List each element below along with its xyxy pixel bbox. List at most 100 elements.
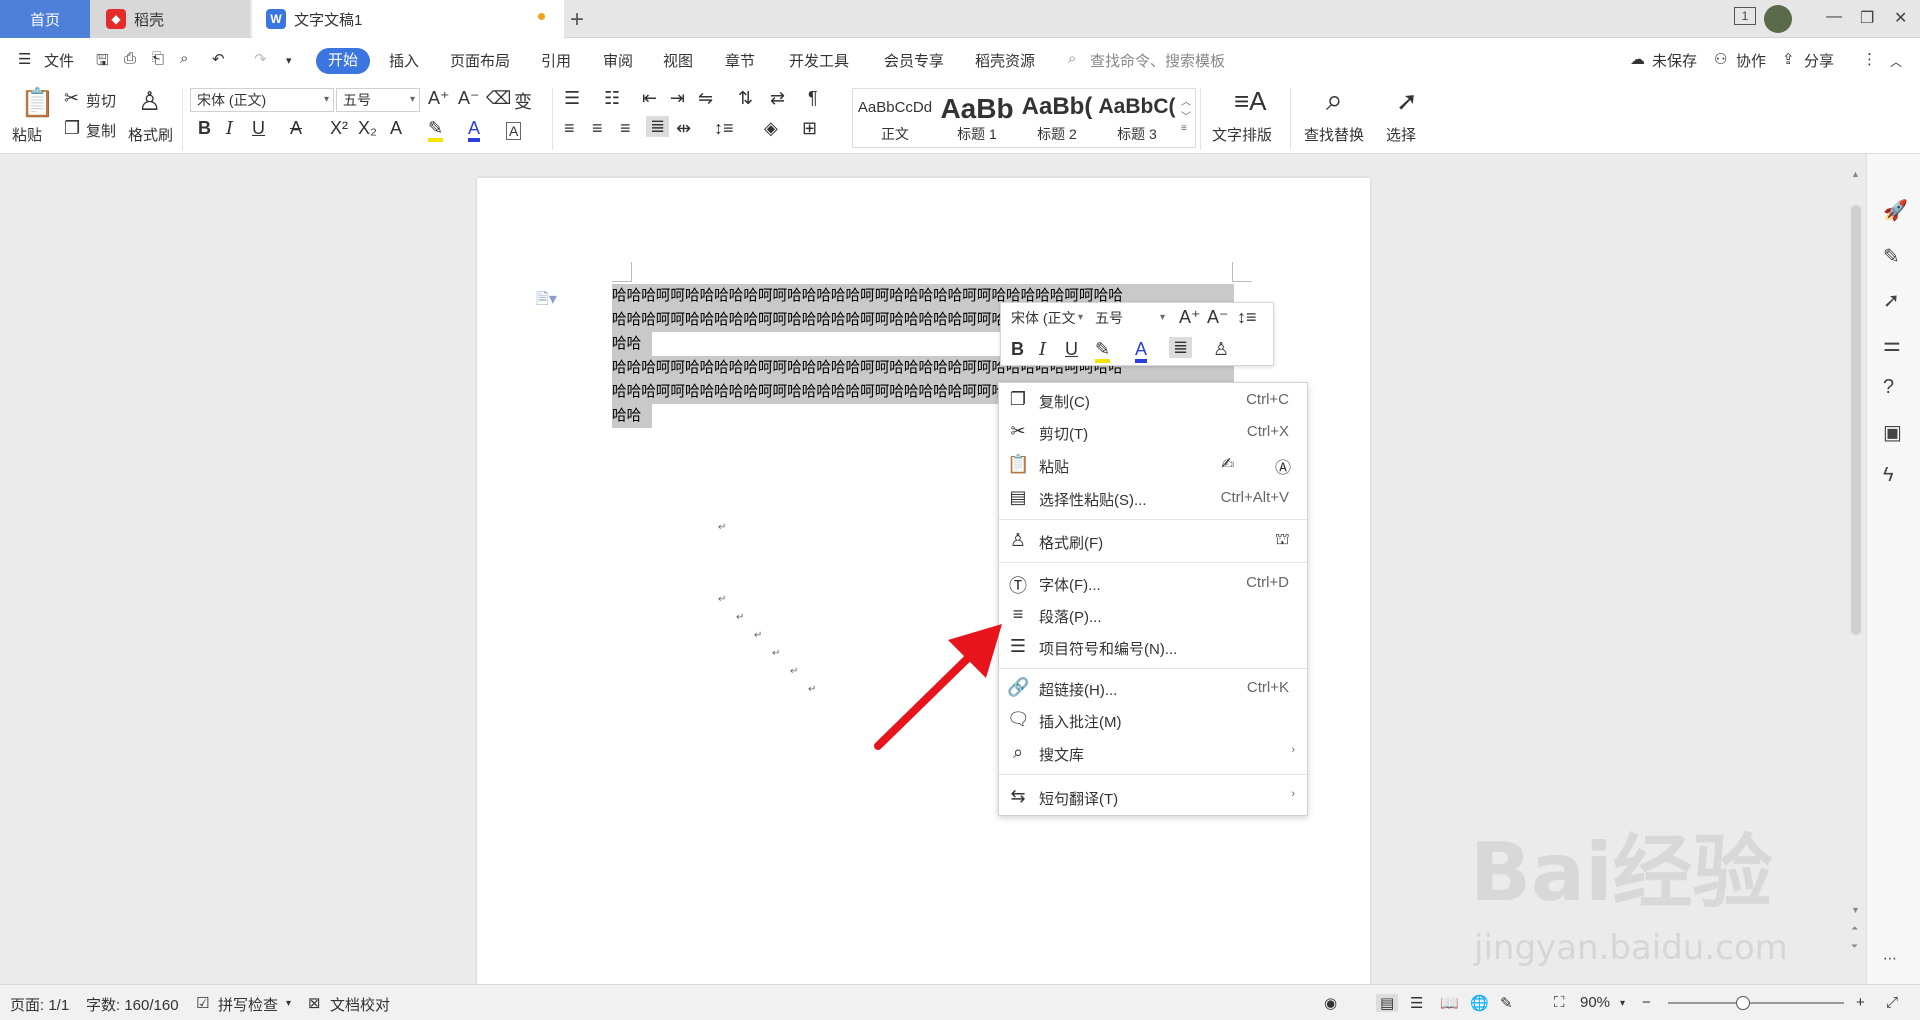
- menu-daoke-resources[interactable]: 稻壳资源: [975, 50, 1035, 71]
- menu-start[interactable]: 开始: [316, 48, 370, 74]
- align-center-icon[interactable]: ≡: [592, 118, 603, 139]
- cut-button[interactable]: 剪切: [86, 90, 116, 111]
- highlight-icon[interactable]: ✎: [1095, 339, 1111, 363]
- menu-references[interactable]: 引用: [541, 50, 571, 71]
- paste-button[interactable]: 粘贴: [12, 124, 42, 145]
- save-icon[interactable]: 🖫: [96, 50, 109, 75]
- distributed-icon[interactable]: ⇹: [676, 118, 691, 139]
- format-painter-button[interactable]: 格式刷: [128, 124, 173, 145]
- more-dots-icon[interactable]: ⋯: [1883, 950, 1897, 967]
- zoom-in-icon[interactable]: +: [1856, 994, 1865, 1011]
- menu-item-format-painter[interactable]: ♙ 格式刷(F) ⛫: [999, 526, 1307, 556]
- menu-review[interactable]: 审阅: [603, 50, 633, 71]
- scroll-down-icon[interactable]: ▼: [1851, 905, 1860, 915]
- menu-item-copy[interactable]: ❐ 复制(C) Ctrl+C: [999, 385, 1307, 415]
- format-painter-multi-icon[interactable]: ⛫: [1275, 530, 1290, 550]
- edit-icon[interactable]: ✎: [1500, 994, 1513, 1012]
- chevron-down-icon[interactable]: ▾: [1620, 998, 1625, 1009]
- word-count[interactable]: 字数: 160/160: [86, 994, 179, 1015]
- menu-insert[interactable]: 插入: [389, 50, 419, 71]
- prev-page-icon[interactable]: ⏶: [1851, 923, 1858, 934]
- avatar[interactable]: [1764, 5, 1792, 33]
- shrink-font-icon[interactable]: A⁻: [1207, 307, 1229, 328]
- font-name-select[interactable]: 宋体 (正文) ▾: [190, 88, 334, 112]
- pen-icon[interactable]: ✎: [1883, 244, 1900, 269]
- menu-page-layout[interactable]: 页面布局: [450, 50, 510, 71]
- menu-view[interactable]: 视图: [663, 50, 693, 71]
- cursor-icon[interactable]: ➚: [1883, 288, 1900, 313]
- reading-view-icon[interactable]: 📖: [1440, 994, 1459, 1012]
- collapse-ribbon-icon[interactable]: ︿: [1890, 53, 1902, 70]
- redo-icon[interactable]: ↷: [254, 50, 267, 68]
- print-preview-icon[interactable]: ⌕: [180, 50, 188, 67]
- scroll-up-icon[interactable]: ▲: [1851, 169, 1860, 179]
- menu-item-search-library[interactable]: ⌕ 搜文库 ›: [999, 738, 1307, 768]
- outline-view-icon[interactable]: ☰: [1410, 994, 1423, 1012]
- line-spacing-icon[interactable]: ↕≡: [714, 118, 734, 139]
- format-painter-icon[interactable]: ♙: [1213, 339, 1229, 360]
- select-button[interactable]: 选择: [1386, 124, 1416, 145]
- style-normal[interactable]: AaBbCcDd 正文: [855, 89, 935, 147]
- minimize-icon[interactable]: —: [1826, 8, 1842, 26]
- borders-icon[interactable]: ⊞: [802, 118, 817, 139]
- numbered-list-icon[interactable]: ☷: [604, 88, 620, 109]
- zoom-slider-handle[interactable]: [1736, 996, 1750, 1010]
- format-painter-icon[interactable]: ♙: [138, 86, 161, 117]
- show-marks-icon[interactable]: ¶: [808, 88, 818, 109]
- help-icon[interactable]: ?: [1883, 376, 1894, 399]
- collab-button[interactable]: 协作: [1736, 50, 1766, 71]
- new-tab-button[interactable]: +: [570, 6, 584, 34]
- italic-icon[interactable]: I: [226, 118, 233, 139]
- tab-home[interactable]: 首页: [0, 0, 90, 38]
- select-cursor-icon[interactable]: ➚: [1396, 86, 1418, 117]
- paste-text-only-icon[interactable]: Ⓐ: [1275, 454, 1291, 478]
- page-view-icon[interactable]: ▤: [1376, 994, 1399, 1012]
- tab-document[interactable]: W 文字文稿1: [252, 0, 564, 38]
- menu-member[interactable]: 会员专享: [884, 50, 944, 71]
- document-nav-icon[interactable]: 🗎▾: [536, 288, 557, 315]
- zoom-out-icon[interactable]: −: [1642, 994, 1651, 1011]
- undo-icon[interactable]: ↶: [212, 50, 225, 68]
- lightning-icon[interactable]: ϟ: [1883, 464, 1894, 487]
- bold-icon[interactable]: B: [1011, 339, 1024, 360]
- char-border-icon[interactable]: A: [506, 122, 522, 140]
- text-effect-icon[interactable]: A: [390, 118, 402, 139]
- grow-font-icon[interactable]: A⁺: [1179, 307, 1201, 328]
- styles-scroll-icon[interactable]: ︿ ﹀ ≡: [1181, 93, 1191, 134]
- text-line[interactable]: 哈哈: [612, 404, 652, 428]
- fullscreen-icon[interactable]: ⤢: [1886, 994, 1898, 1011]
- more-icon[interactable]: ⋮: [1862, 50, 1877, 68]
- menu-item-paste[interactable]: 📋 粘贴 ✍ Ⓐ: [999, 450, 1307, 480]
- fit-page-icon[interactable]: ⛶: [1554, 994, 1565, 1011]
- sort-icon[interactable]: ⇄: [770, 88, 785, 109]
- rocket-icon[interactable]: 🚀: [1883, 198, 1908, 223]
- shading-icon[interactable]: ◈: [764, 118, 778, 139]
- menu-item-font[interactable]: Ⓣ 字体(F)... Ctrl+D: [999, 568, 1307, 598]
- align-left-icon[interactable]: ≡: [564, 118, 575, 139]
- unsaved-button[interactable]: 未保存: [1652, 50, 1697, 71]
- zoom-slider[interactable]: [1668, 1002, 1844, 1004]
- next-page-icon[interactable]: ⏷: [1851, 941, 1858, 952]
- quick-access-dropdown-icon[interactable]: ▾: [286, 54, 292, 67]
- page-indicator[interactable]: 页面: 1/1: [10, 994, 69, 1015]
- spell-check-button[interactable]: 拼写检查: [218, 994, 278, 1015]
- menu-chapter[interactable]: 章节: [725, 50, 755, 71]
- style-heading-2[interactable]: AaBb( 标题 2: [1017, 89, 1097, 147]
- menu-file[interactable]: 文件: [44, 50, 74, 71]
- close-icon[interactable]: ✕: [1894, 8, 1907, 28]
- bold-icon[interactable]: B: [198, 118, 211, 139]
- menu-item-translate[interactable]: ⇆ 短句翻译(T) ›: [999, 782, 1307, 812]
- align-right-icon[interactable]: ≡: [620, 118, 631, 139]
- share-button[interactable]: 分享: [1804, 50, 1834, 71]
- font-size-select[interactable]: 五号 ▾: [336, 88, 420, 112]
- justify-icon[interactable]: ≣: [1169, 337, 1193, 358]
- bullet-list-icon[interactable]: ☰: [564, 88, 580, 109]
- font-color-icon[interactable]: A: [1135, 339, 1148, 363]
- paste-icon[interactable]: 📋: [20, 86, 55, 119]
- strikethrough-icon[interactable]: A: [290, 118, 302, 139]
- underline-icon[interactable]: U: [252, 118, 265, 139]
- mini-font-size-select[interactable]: 五号 ▾: [1089, 307, 1169, 331]
- export-pdf-icon[interactable]: ⎙: [124, 50, 136, 67]
- paste-keep-format-icon[interactable]: ✍: [1221, 454, 1234, 474]
- hamburger-icon[interactable]: ☰: [18, 50, 31, 68]
